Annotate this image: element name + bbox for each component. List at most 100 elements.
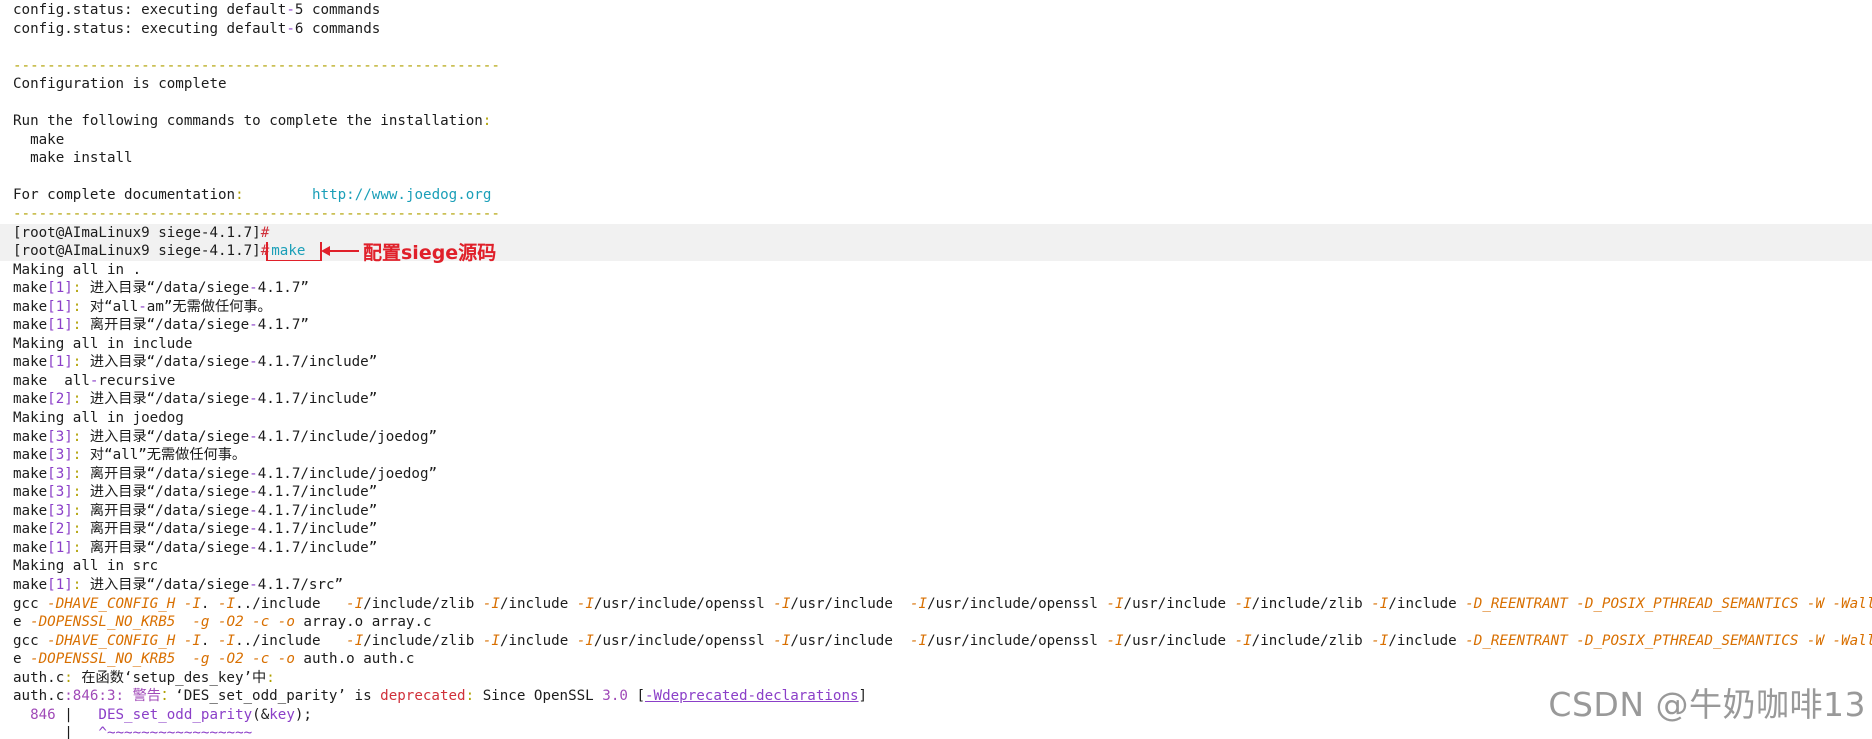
terminal-text: 4.1.7/include/joedog” [257,428,438,445]
terminal-text: e [13,614,31,631]
terminal-text: 4.1.7/include” [257,521,378,538]
terminal-line: ----------------------------------------… [0,57,1872,76]
terminal-text: auth.o auth.c [294,651,415,668]
terminal-text: /include/zlib [363,632,483,649]
terminal-text: -I [909,632,928,649]
terminal-text: auth.c [13,688,65,705]
terminal-output: config.status: executing default-5 comma… [0,1,1872,739]
terminal-text: : [72,465,90,482]
terminal-text: -DHAVE_CONFIG_H -I [47,632,201,649]
terminal-text: : [72,428,90,445]
terminal-text: make [13,502,48,519]
terminal-line: Making all in . [0,261,1872,280]
terminal-line: make[3]: 进入目录“/data/siege-4.1.7/include” [0,483,1872,502]
terminal-line: gcc -DHAVE_CONFIG_H -I. -I../include -I/… [0,632,1872,651]
terminal-text: [1] [47,539,73,556]
terminal-text: ../include [235,595,347,612]
terminal-text: -D_REENTRANT -D_POSIX_PTHREAD_SEMANTICS … [1465,595,1872,612]
terminal-text: Since OpenSSL [482,688,603,705]
terminal-text: : [72,298,90,315]
terminal-text: [3] [47,502,73,519]
terminal-text: key [269,706,295,723]
terminal-text: make [13,317,48,334]
terminal-text: -I [218,632,236,649]
terminal-text: /include [499,595,577,612]
terminal-text: make [13,298,48,315]
terminal-text: ----------------------------------------… [13,57,500,74]
terminal-line: make[1]: 对“all-am”无需做任何事。 [0,298,1872,317]
terminal-text: -I [346,595,364,612]
terminal-text: /include [1388,632,1466,649]
terminal-text: - [249,317,258,334]
terminal-line: For complete documentation: http://www.j… [0,186,1872,205]
terminal-text: # [260,243,270,260]
terminal-text: 4.1.7/include/joedog” [257,465,438,482]
terminal-text: make [13,280,48,297]
terminal-text: [ [627,688,645,705]
terminal-text: : [72,539,90,556]
terminal-text: recursive [98,372,176,389]
terminal-line: make all-recursive [0,372,1872,391]
terminal-window[interactable]: config.status: executing default-5 comma… [0,0,1872,739]
terminal-text: : [266,669,275,686]
highlighted-command: make [266,242,323,261]
terminal-text: -Wdeprecated-declarations [645,688,859,705]
terminal-text: am”无需做任何事。 [146,298,272,315]
terminal-text: 进入目录“/data/siege [89,280,250,297]
terminal-text: -I [218,595,236,612]
annotation-text: 配置siege源码 [363,241,497,264]
terminal-text: 4.1.7/include” [257,354,378,371]
terminal-text: 离开目录“/data/siege [89,539,250,556]
terminal-text: - [249,465,258,482]
terminal-text: /include/zlib [363,595,483,612]
terminal-text: -I [1371,632,1389,649]
terminal-line: e -DOPENSSL_NO_KRB5 -g -O2 -c -o array.o… [0,613,1872,632]
terminal-text: - [286,20,295,37]
terminal-text: -DOPENSSL_NO_KRB5 -g -O2 -c -o [30,651,295,668]
terminal-text: - [249,502,258,519]
terminal-text: [1] [47,317,73,334]
terminal-text: Making all in include [13,335,193,352]
terminal-text: DES_set_odd_parity [98,706,253,723]
terminal-text: -I [482,632,500,649]
terminal-text: 846 [13,706,65,723]
terminal-text: make [13,354,48,371]
terminal-text: - [138,298,147,315]
terminal-line: Making all in joedog [0,409,1872,428]
terminal-text: /usr/include/openssl [927,632,1107,649]
terminal-text: ----------------------------------------… [13,206,500,223]
terminal-text: /include [499,632,577,649]
terminal-text: : [72,391,90,408]
terminal-text: [3] [47,428,73,445]
terminal-text: - [249,576,258,593]
terminal-text: make all [13,372,90,389]
terminal-text: -I [1234,632,1252,649]
terminal-text: : executing default [124,20,287,37]
terminal-text: -I [1234,595,1252,612]
terminal-text: For complete documentation [13,187,236,204]
terminal-text: /include/zlib [1251,632,1372,649]
terminal-text: 离开目录“/data/siege [89,521,250,538]
terminal-text: ); [294,706,312,723]
terminal-text: 离开目录“/data/siege [89,465,250,482]
terminal-line: make [0,131,1872,150]
terminal-text: - [249,539,258,556]
terminal-line: Making all in include [0,335,1872,354]
terminal-text: : [72,447,90,464]
terminal-text: Run the following commands to complete t… [13,113,483,130]
terminal-line: make[3]: 对“all”无需做任何事。 [0,446,1872,465]
terminal-text: - [249,484,258,501]
terminal-text: 对“all”无需做任何事。 [89,447,247,464]
terminal-text: [1] [47,298,73,315]
terminal-text: /usr/include [790,595,910,612]
terminal-text: : [235,187,244,204]
terminal-text: [1] [47,576,73,593]
terminal-text: - [249,428,258,445]
terminal-text: /usr/include [1123,595,1235,612]
terminal-text: -I [576,632,594,649]
terminal-text: 4.1.7/include” [257,484,378,501]
terminal-text: Configuration is complete [13,76,227,93]
terminal-text: 进入目录“/data/siege [89,484,250,501]
